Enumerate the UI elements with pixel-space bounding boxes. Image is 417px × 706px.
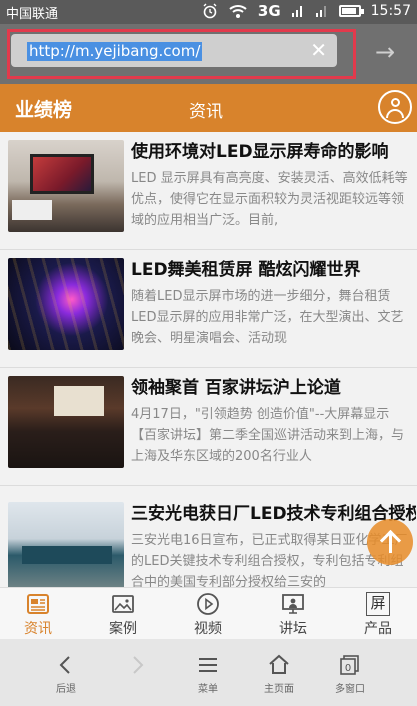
windows-button[interactable]: 0 多窗口: [320, 653, 380, 695]
battery-icon: [338, 5, 364, 17]
presenter-icon: [282, 594, 304, 614]
back-button[interactable]: 后退: [36, 653, 96, 695]
url-input[interactable]: http://m.yejibang.com/ ✕: [11, 34, 337, 67]
menu-button[interactable]: 菜单: [178, 653, 238, 695]
list-item[interactable]: 三安光电获日厂LED技术专利组合授权 三安光电16日宣布，已正式取得某日亚化学工…: [0, 494, 417, 587]
article-thumbnail[interactable]: [8, 140, 124, 232]
article-thumbnail[interactable]: [8, 376, 124, 468]
article-title[interactable]: 领袖聚首 百家讲坛沪上论道: [131, 376, 416, 400]
menu-label: 菜单: [198, 684, 218, 695]
browser-address-area: http://m.yejibang.com/ ✕ →: [0, 24, 417, 84]
home-icon: [269, 654, 289, 674]
article-thumbnail[interactable]: [8, 502, 124, 587]
article-summary: LED 显示屏具有高亮度、安装灵活、高效低耗等优点，使得它在显示面积较为灵活视距…: [131, 171, 408, 228]
home-label: 主页面: [264, 684, 294, 695]
menu-icon: [199, 658, 217, 672]
tab-label: 视频: [194, 621, 222, 637]
divider: [0, 485, 417, 486]
alarm-icon: [203, 3, 217, 19]
news-icon: [27, 594, 49, 614]
list-item[interactable]: LED舞美租赁屏 酷炫闪耀世界 随着LED显示屏市场的进一步细分，舞台租赁LED…: [0, 250, 417, 368]
bottom-tab-bar: 资讯 案例 视频 讲坛 屏 产品: [0, 587, 417, 639]
status-bar: 中国联通 3G 15:57: [0, 0, 417, 24]
clear-icon[interactable]: ✕: [310, 39, 327, 61]
home-button[interactable]: 主页面: [249, 653, 309, 695]
tab-video[interactable]: 视频: [178, 592, 238, 638]
tab-label: 产品: [364, 621, 392, 637]
article-title[interactable]: 三安光电获日厂LED技术专利组合授权: [131, 502, 416, 526]
browser-toolbar: 后退 菜单 主页面 0 多窗口: [0, 639, 417, 706]
image-icon: [112, 595, 134, 613]
article-list: 使用环境对LED显示屏寿命的影响 LED 显示屏具有高亮度、安装灵活、高效低耗等…: [0, 132, 417, 587]
url-text[interactable]: http://m.yejibang.com/: [27, 42, 203, 61]
tab-cases[interactable]: 案例: [93, 592, 153, 638]
user-avatar-icon[interactable]: [378, 90, 412, 124]
article-thumbnail[interactable]: [8, 258, 124, 350]
site-logo[interactable]: 业绩榜: [15, 95, 72, 122]
carrier-name: 中国联通: [6, 7, 59, 22]
status-icons: 3G 15:57: [202, 2, 411, 20]
windows-label: 多窗口: [335, 684, 365, 695]
go-arrow-icon[interactable]: →: [375, 38, 395, 66]
article-summary: 随着LED显示屏市场的进一步细分，舞台租赁LED显示屏的应用非常广泛，在大型演出…: [131, 289, 404, 346]
windows-icon: 0: [340, 655, 359, 675]
tab-products[interactable]: 屏 产品: [348, 592, 408, 638]
signal-icon-2: [315, 6, 326, 17]
forward-button[interactable]: [107, 653, 167, 680]
windows-count: 0: [345, 663, 351, 674]
header-tab-news[interactable]: 资讯: [189, 97, 223, 122]
clock: 15:57: [370, 3, 411, 19]
list-item[interactable]: 使用环境对LED显示屏寿命的影响 LED 显示屏具有高亮度、安装灵活、高效低耗等…: [0, 132, 417, 250]
wifi-icon: [229, 5, 247, 18]
list-item[interactable]: 领袖聚首 百家讲坛沪上论道 4月17日，"引领趋势 创造价值"--大屏幕显示【百…: [0, 368, 417, 486]
tab-news[interactable]: 资讯: [8, 592, 68, 638]
article-title[interactable]: 使用环境对LED显示屏寿命的影响: [131, 140, 416, 164]
tab-label: 资讯: [24, 621, 52, 637]
site-header: 业绩榜 资讯: [0, 84, 417, 132]
play-icon: [197, 593, 219, 615]
back-label: 后退: [56, 684, 76, 695]
back-arrow-icon: [59, 656, 70, 674]
tab-label: 讲坛: [279, 621, 307, 637]
forward-arrow-icon: [133, 656, 144, 674]
screen-icon: 屏: [366, 592, 390, 616]
signal-icon: [291, 6, 302, 17]
tab-label: 案例: [109, 621, 137, 637]
article-title[interactable]: LED舞美租赁屏 酷炫闪耀世界: [131, 258, 416, 282]
network-type: 3G: [257, 2, 281, 20]
scroll-to-top-icon[interactable]: [367, 519, 413, 565]
tab-forum[interactable]: 讲坛: [263, 592, 323, 638]
article-summary: 4月17日，"引领趋势 创造价值"--大屏幕显示【百家讲坛】第二季全国巡讲活动来…: [131, 407, 405, 464]
